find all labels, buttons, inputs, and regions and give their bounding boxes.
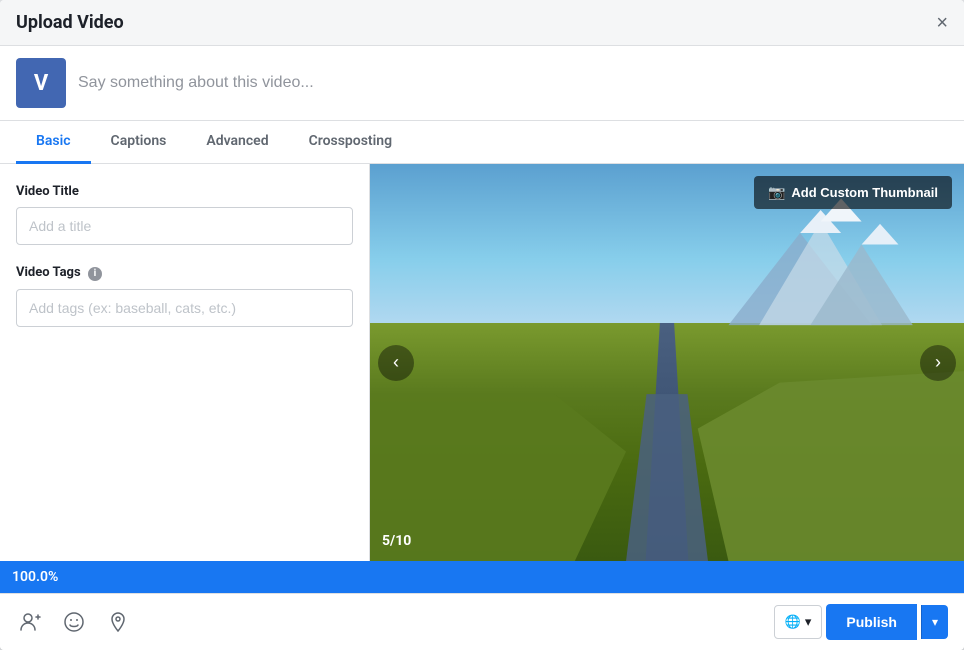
tag-people-icon[interactable] (16, 608, 44, 636)
footer-right: 🌐 ▾ Publish ▾ (774, 604, 948, 640)
left-panel: Video Title Video Tags i (0, 164, 370, 561)
tags-info-icon[interactable]: i (88, 267, 102, 281)
next-slide-button[interactable]: › (920, 345, 956, 381)
video-tags-group: Video Tags i (16, 265, 353, 327)
footer: 🌐 ▾ Publish ▾ (0, 593, 964, 650)
tabs-bar: Basic Captions Advanced Crossposting (0, 121, 964, 164)
publish-dropdown-button[interactable]: ▾ (921, 605, 948, 639)
add-thumbnail-button[interactable]: 📷 Add Custom Thumbnail (754, 176, 952, 209)
video-scene (370, 164, 964, 561)
modal-header: Upload Video × (0, 0, 964, 46)
avatar: V (16, 58, 66, 108)
status-input[interactable] (78, 74, 948, 92)
status-bar: V (0, 46, 964, 121)
modal-title: Upload Video (16, 12, 124, 33)
upload-video-modal: Upload Video × V Basic Captions Advanced… (0, 0, 964, 650)
video-title-group: Video Title (16, 184, 353, 245)
publish-button[interactable]: Publish (826, 604, 917, 640)
location-icon[interactable] (104, 608, 132, 636)
video-tags-label: Video Tags i (16, 265, 353, 281)
tab-advanced[interactable]: Advanced (186, 121, 288, 164)
audience-selector[interactable]: 🌐 ▾ (774, 605, 823, 639)
slide-counter: 5/10 (382, 533, 411, 549)
video-tags-input[interactable] (16, 289, 353, 327)
audience-dropdown-arrow: ▾ (805, 614, 812, 630)
progress-bar: 100.0% (0, 561, 964, 593)
tab-crossposting[interactable]: Crossposting (289, 121, 412, 164)
progress-text: 100.0% (12, 569, 58, 585)
footer-left (16, 608, 132, 636)
prev-slide-button[interactable]: ‹ (378, 345, 414, 381)
globe-icon: 🌐 (785, 614, 801, 630)
video-title-label: Video Title (16, 184, 353, 199)
video-title-input[interactable] (16, 207, 353, 245)
close-button[interactable]: × (936, 13, 948, 33)
emoji-icon[interactable] (60, 608, 88, 636)
main-content: Video Title Video Tags i (0, 164, 964, 561)
tab-basic[interactable]: Basic (16, 121, 91, 164)
camera-icon: 📷 (768, 184, 785, 201)
tab-captions[interactable]: Captions (91, 121, 187, 164)
mountain-svg (370, 164, 964, 561)
video-preview-panel: 📷 Add Custom Thumbnail ‹ › 5/10 (370, 164, 964, 561)
